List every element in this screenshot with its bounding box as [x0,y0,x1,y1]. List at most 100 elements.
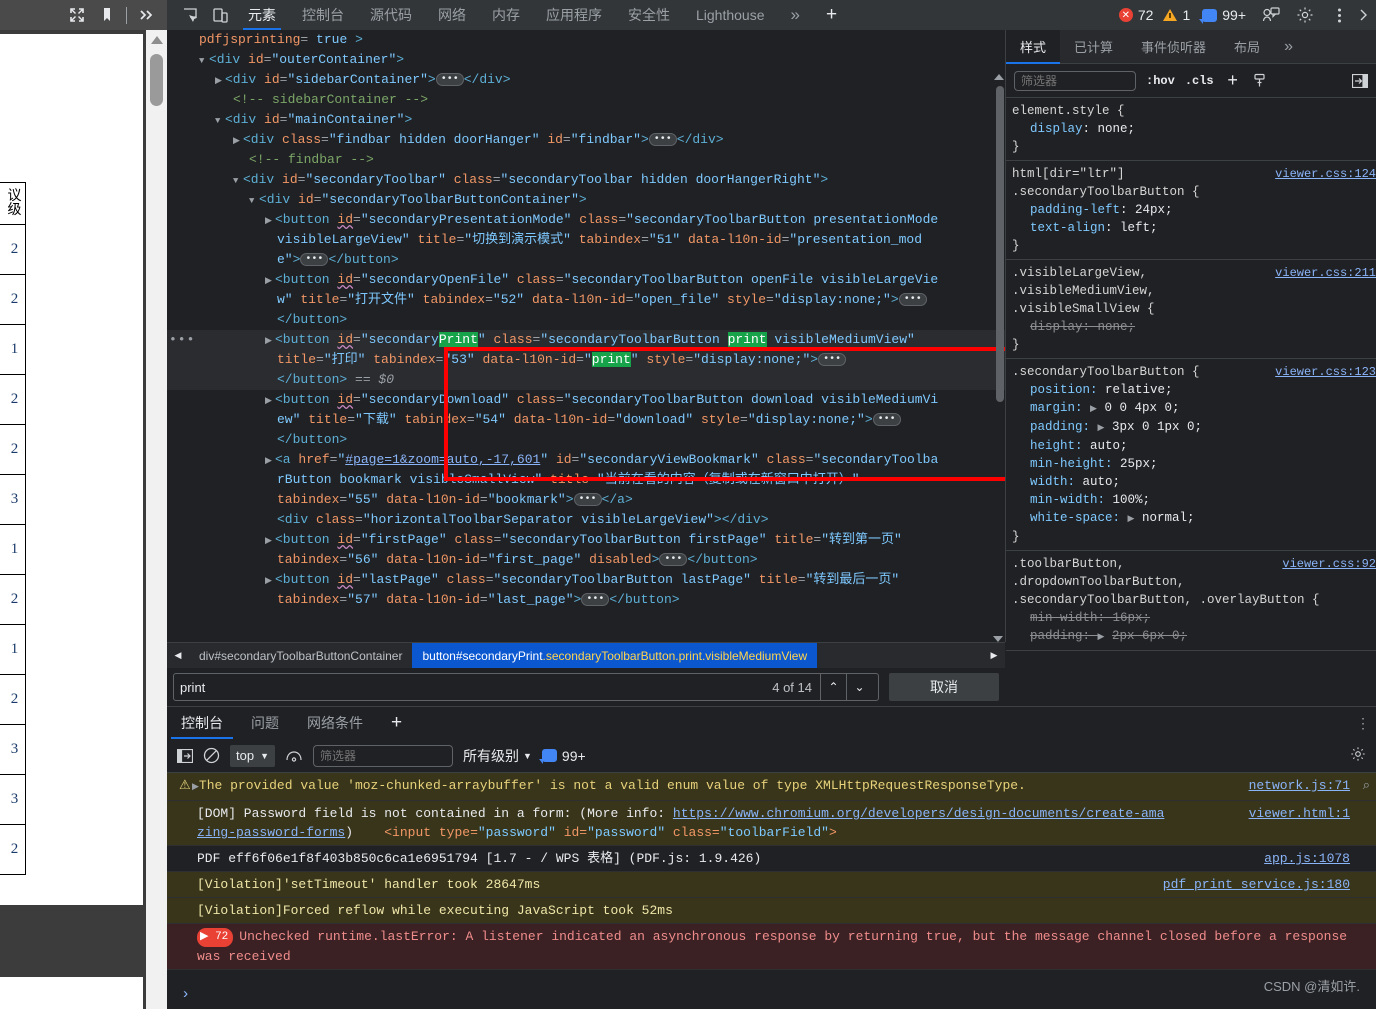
console-message-dom-warning[interactable]: [DOM] Password field is not contained in… [167,801,1376,846]
tab-computed[interactable]: 已计算 [1060,30,1127,64]
dom-line-secondaryPresentationMode[interactable]: ▶ <button id="secondaryPresentationMode" … [167,210,1005,230]
live-expression-icon[interactable] [285,749,303,763]
tab-layout[interactable]: 布局 [1220,30,1274,64]
rule-selector[interactable]: element.style { [1012,104,1125,118]
kebab-menu-icon[interactable] [1324,2,1354,28]
dom-line-secondaryPrint[interactable]: ••• ▶ <button id="secondaryPrint" class="… [167,330,1005,350]
expand-arrow-icon[interactable]: ▶ [192,782,199,792]
gear-icon[interactable] [1290,2,1320,28]
css-declaration[interactable]: height: auto; [1012,437,1376,455]
css-declaration[interactable]: white-space: ▶ normal; [1012,509,1376,528]
style-rule[interactable]: viewer.css:124 html[dir="ltr"] .secondary… [1006,161,1376,260]
css-declaration[interactable]: margin: ▶ 0 0 4px 0; [1012,399,1376,418]
css-declaration[interactable]: min-height: 25px; [1012,455,1376,473]
execution-context-dropdown[interactable]: top ▼ [230,744,275,767]
breadcrumb-item-print-button[interactable]: button#secondaryPrint .secondaryToolbarBu… [412,642,818,669]
console-message-source[interactable]: app.js:1078 [1264,849,1350,868]
style-rule[interactable]: viewer.css:123 .secondaryToolbarButton {… [1006,359,1376,551]
tab-issues[interactable]: 问题 [237,707,293,739]
error-badge[interactable]: ✕ 72 [1118,7,1153,23]
style-rule[interactable]: viewer.css:92 .toolbarButton, .dropdownTo… [1006,551,1376,651]
warning-badge[interactable]: 1 [1163,7,1190,23]
console-message-source[interactable]: viewer.html:1 [1249,804,1350,823]
console-message-violation[interactable]: [Violation]Forced reflow while executing… [167,898,1376,924]
rule-source-link[interactable]: viewer.css:123 [1275,363,1376,381]
css-prop-value[interactable]: none; [1098,320,1136,334]
css-declaration[interactable]: display: none; [1012,120,1376,138]
scrollbar-thumb[interactable] [150,54,163,106]
rule-selector[interactable]: .secondaryToolbarButton { [1012,365,1200,379]
tab-network-conditions[interactable]: 网络条件 [293,707,377,739]
inspect-element-icon[interactable] [175,2,205,28]
dom-line-lastPage[interactable]: ▶ <button id="lastPage" class="secondaryT… [167,570,1005,590]
drawer-more-icon[interactable]: ⋮ [1356,715,1370,732]
css-declaration[interactable]: width: auto; [1012,473,1376,491]
console-message-violation[interactable]: [Violation]'setTimeout' handler took 286… [167,872,1376,898]
scrollbar-thumb[interactable] [996,86,1004,402]
hov-toggle-button[interactable]: :hov [1146,74,1175,88]
console-filter-input[interactable] [313,744,453,767]
dom-overflow-dots[interactable]: ••• [169,330,195,350]
dom-line-outerContainer[interactable]: ▼ <div id="outerContainer"> [167,50,1005,70]
breadcrumb-item-container[interactable]: div#secondaryToolbarButtonContainer [189,643,412,669]
expand-arrow-icon[interactable]: ▶ [1090,404,1097,414]
console-message-log[interactable]: PDF eff6f06e1f8f403b850c6ca1e6951794 [1.… [167,846,1376,872]
tab-event-listeners[interactable]: 事件侦听器 [1127,30,1220,64]
dom-line[interactable]: pdfjsprinting= true > [167,30,1005,50]
rule-source-link[interactable]: viewer.css:92 [1282,555,1376,573]
css-prop-value[interactable]: left; [1120,221,1158,235]
scroll-up-arrow-icon[interactable] [994,74,1004,80]
console-settings-icon[interactable] [1350,746,1366,765]
chevron-double-right-icon[interactable] [131,2,161,28]
css-prop-value[interactable]: normal; [1142,511,1195,525]
feedback-icon[interactable] [1256,2,1286,28]
console-message-error[interactable]: ▶ 72 Unchecked runtime.lastError: A liste… [167,924,1376,970]
styles-more-icon[interactable]: » [1274,30,1303,64]
search-icon[interactable]: ⌕ [1363,776,1370,795]
css-prop-value[interactable]: 16px; [1113,611,1151,625]
more-tabs-icon[interactable]: » [778,0,813,30]
new-style-rule-icon[interactable]: + [1224,70,1242,91]
dom-line-secondaryDownload[interactable]: ▶ <button id="secondaryDownload" class="s… [167,390,1005,410]
style-rule[interactable]: viewer.css:211 .visibleLargeView, .visibl… [1006,260,1376,359]
rule-source-link[interactable]: viewer.css:211 [1275,264,1376,282]
css-prop-value[interactable]: 25px; [1120,457,1158,471]
css-prop-value[interactable]: auto; [1083,475,1121,489]
breadcrumb-scroll-right-icon[interactable]: ▶ [983,643,1005,669]
css-declaration[interactable]: padding-left: 24px; [1012,201,1376,219]
dom-line-sidebarContainer[interactable]: ▶ <div id="sidebarContainer"> ••• </div> [167,70,1005,90]
styles-filter-input[interactable] [1014,70,1136,91]
css-declaration[interactable]: min-width: 100%; [1012,491,1376,509]
clear-console-icon[interactable] [203,747,220,764]
console-message-badge[interactable]: 99+ [538,748,586,764]
open-sidebar-icon[interactable] [1352,73,1368,88]
tab-elements[interactable]: 元素 [235,0,289,30]
breadcrumb-scroll-left-icon[interactable]: ◀ [167,643,189,669]
tab-console-drawer[interactable]: 控制台 [167,707,237,739]
tab-sources[interactable]: 源代码 [357,0,425,30]
tab-memory[interactable]: 内存 [479,0,533,30]
bookmark-icon[interactable] [92,2,122,28]
css-declaration[interactable]: padding: ▶ 3px 0 1px 0; [1012,418,1376,437]
device-toolbar-icon[interactable] [205,2,235,28]
css-declaration[interactable]: position: relative; [1012,381,1376,399]
css-prop-value[interactable]: 100%; [1113,493,1151,507]
expand-icon[interactable] [62,2,92,28]
css-declaration[interactable]: text-align: left; [1012,219,1376,237]
css-prop-value[interactable]: 0 0 4px 0; [1104,401,1179,415]
rule-selector[interactable]: .toolbarButton, .dropdownToolbarButton, .s… [1012,557,1320,607]
search-cancel-button[interactable]: 取消 [889,673,999,701]
console-sidebar-icon[interactable] [177,748,193,763]
search-input[interactable] [180,679,773,695]
tab-console[interactable]: 控制台 [289,0,357,30]
dom-line-secondaryToolbar[interactable]: ▼ <div id="secondaryToolbar" class="secon… [167,170,1005,190]
search-prev-button[interactable]: ⌃ [820,673,846,701]
dom-line-secondaryViewBookmark[interactable]: ▶ <a href="#page=1&zoom=auto,-17,601" id=… [167,450,1005,470]
scroll-up-arrow-icon[interactable] [151,36,163,44]
search-input-wrapper[interactable]: 4 of 14 ⌃ ⌄ [173,673,879,701]
cls-toggle-button[interactable]: .cls [1185,74,1214,88]
console-message-warning[interactable]: ⚠▶The provided value 'moz-chunked-arrayb… [167,773,1376,801]
dom-tree[interactable]: pdfjsprinting= true > ▼ <div id="outerCon… [167,30,1005,642]
rule-selector[interactable]: .visibleLargeView, .visibleMediumView, .vi… [1012,266,1155,316]
console-message-source[interactable]: pdf_print_service.js:180 [1163,875,1350,894]
